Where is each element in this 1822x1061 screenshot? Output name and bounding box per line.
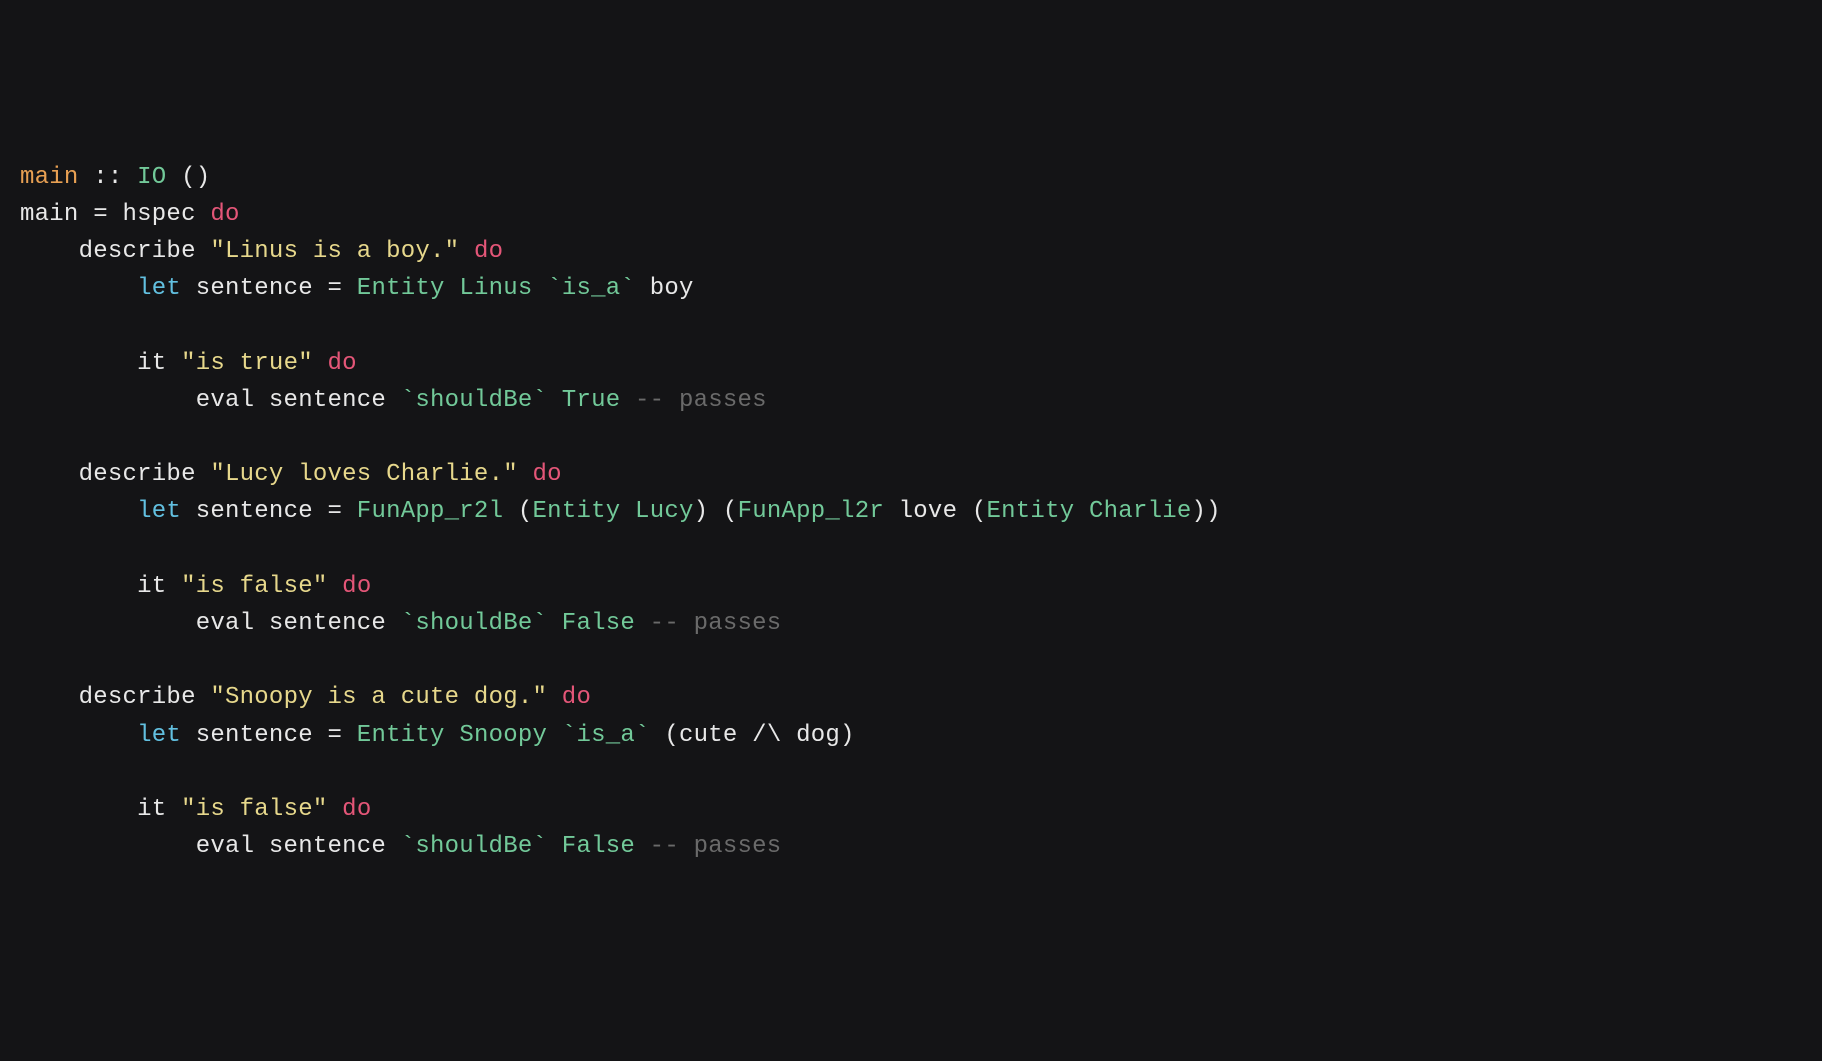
keyword-let: let xyxy=(137,498,181,525)
keyword-let: let xyxy=(137,275,181,302)
code-line: it "is false" do xyxy=(20,573,371,600)
space xyxy=(1074,498,1089,525)
code-text: describe xyxy=(20,238,210,265)
identifier: main xyxy=(20,164,79,191)
code-line: it "is false" do xyxy=(20,796,371,823)
code-line: let sentence = FunApp_r2l (Entity Lucy) … xyxy=(20,498,1221,525)
constructor: False xyxy=(562,610,635,637)
unit-type: () xyxy=(166,164,210,191)
code-line: eval sentence `shouldBe` False -- passes xyxy=(20,610,781,637)
constructor: Entity xyxy=(357,722,445,749)
code-block: main :: IO () main = hspec do describe "… xyxy=(20,159,1802,866)
string-literal: "Lucy loves Charlie." xyxy=(210,461,518,488)
space xyxy=(328,796,343,823)
constructor: Entity xyxy=(987,498,1075,525)
space xyxy=(313,350,328,377)
code-line: describe "Snoopy is a cute dog." do xyxy=(20,684,591,711)
string-literal: "Snoopy is a cute dog." xyxy=(210,684,547,711)
comment: -- passes xyxy=(650,610,782,637)
constructor: Entity xyxy=(533,498,621,525)
space xyxy=(533,275,548,302)
code-line: eval sentence `shouldBe` False -- passes xyxy=(20,833,781,860)
constructor: Lucy xyxy=(635,498,694,525)
code-text: it xyxy=(20,350,181,377)
space xyxy=(635,610,650,637)
keyword-do: do xyxy=(342,796,371,823)
space xyxy=(518,461,533,488)
space xyxy=(547,610,562,637)
string-literal: "is true" xyxy=(181,350,313,377)
code-line: describe "Lucy loves Charlie." do xyxy=(20,461,562,488)
type: IO xyxy=(137,164,166,191)
constructor: False xyxy=(562,833,635,860)
code-line: main = hspec do xyxy=(20,201,240,228)
code-line: let sentence = Entity Snoopy `is_a` (cut… xyxy=(20,722,855,749)
keyword-do: do xyxy=(474,238,503,265)
constructor: Linus xyxy=(459,275,532,302)
code-text: eval sentence xyxy=(20,610,401,637)
code-text: sentence = xyxy=(181,722,357,749)
code-text: it xyxy=(20,573,181,600)
code-text: main = hspec xyxy=(20,201,210,228)
code-line: it "is true" do xyxy=(20,350,357,377)
constructor: Snoopy xyxy=(459,722,547,749)
code-text: eval sentence xyxy=(20,387,401,414)
space xyxy=(445,275,460,302)
space xyxy=(620,387,635,414)
string-literal: "is false" xyxy=(181,796,327,823)
string-literal: "Linus is a boy." xyxy=(210,238,459,265)
code-line: let sentence = Entity Linus `is_a` boy xyxy=(20,275,694,302)
comment: -- passes xyxy=(650,833,782,860)
space xyxy=(547,722,562,749)
code-text: it xyxy=(20,796,181,823)
infix-function: `shouldBe` xyxy=(401,833,547,860)
keyword-do: do xyxy=(342,573,371,600)
constructor: FunApp_l2r xyxy=(738,498,884,525)
keyword-let: let xyxy=(137,722,181,749)
code-text: describe xyxy=(20,684,210,711)
paren: ) ( xyxy=(694,498,738,525)
constructor: Charlie xyxy=(1089,498,1192,525)
constructor: Entity xyxy=(357,275,445,302)
infix-function: `is_a` xyxy=(547,275,635,302)
space xyxy=(445,722,460,749)
code-text: sentence = xyxy=(181,275,357,302)
indent xyxy=(20,498,137,525)
space xyxy=(547,833,562,860)
code-line: main :: IO () xyxy=(20,164,210,191)
code-text: sentence = xyxy=(181,498,357,525)
space xyxy=(459,238,474,265)
space xyxy=(328,573,343,600)
keyword-do: do xyxy=(562,684,591,711)
code-line: eval sentence `shouldBe` True -- passes xyxy=(20,387,767,414)
constructor: True xyxy=(562,387,621,414)
paren: )) xyxy=(1192,498,1221,525)
indent xyxy=(20,722,137,749)
code-line: describe "Linus is a boy." do xyxy=(20,238,503,265)
keyword-do: do xyxy=(328,350,357,377)
string-literal: "is false" xyxy=(181,573,327,600)
comment: -- passes xyxy=(635,387,767,414)
keyword-do: do xyxy=(533,461,562,488)
space xyxy=(620,498,635,525)
space xyxy=(547,387,562,414)
infix-function: `is_a` xyxy=(562,722,650,749)
constructor: FunApp_r2l xyxy=(357,498,503,525)
code-text: describe xyxy=(20,461,210,488)
infix-function: `shouldBe` xyxy=(401,610,547,637)
space xyxy=(635,833,650,860)
indent xyxy=(20,275,137,302)
code-text: (cute /\ dog) xyxy=(650,722,855,749)
keyword-do: do xyxy=(210,201,239,228)
code-text: boy xyxy=(635,275,694,302)
paren: ( xyxy=(503,498,532,525)
code-text: eval sentence xyxy=(20,833,401,860)
code-text: love ( xyxy=(884,498,987,525)
space xyxy=(547,684,562,711)
operator: :: xyxy=(79,164,138,191)
infix-function: `shouldBe` xyxy=(401,387,547,414)
